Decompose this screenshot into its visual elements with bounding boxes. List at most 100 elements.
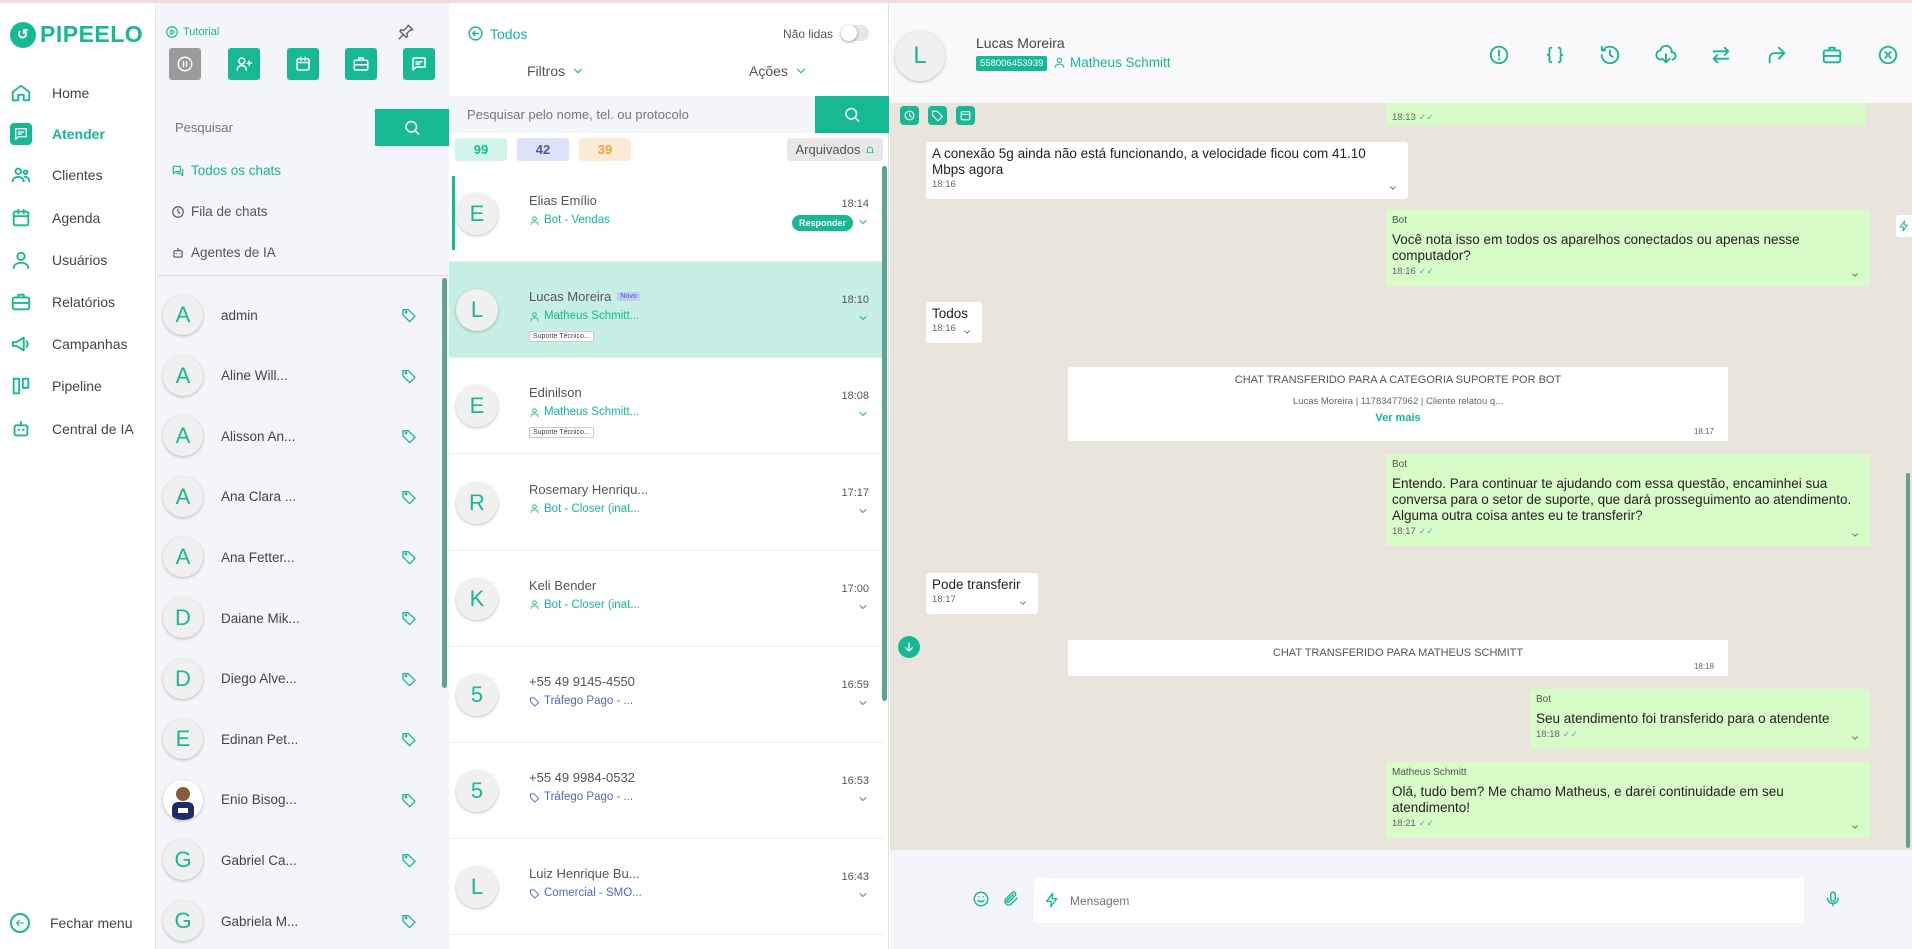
message-bubble[interactable]: 18:13 ✓✓ [1386, 103, 1866, 125]
nav-item-central-de-ia[interactable]: Central de IA [10, 417, 134, 441]
tag-icon[interactable] [401, 489, 417, 505]
tag-icon[interactable] [401, 671, 417, 687]
message-bubble[interactable]: Bot Seu atendimento foi transferido para … [1530, 689, 1870, 749]
chevron-down-icon[interactable] [857, 408, 869, 420]
agent-item[interactable]: E Edinan Pet... [163, 719, 433, 760]
pin-icon[interactable] [397, 23, 415, 41]
tag-icon[interactable] [401, 852, 417, 868]
microphone-icon[interactable] [1824, 890, 1842, 908]
chevron-down-icon[interactable] [857, 793, 869, 805]
nav-item-clientes[interactable]: Clientes [10, 163, 103, 187]
agent-item[interactable]: Enio Bisog... [163, 779, 433, 820]
nav-item-atender[interactable]: Atender [10, 122, 105, 146]
sidebar-scrollbar[interactable] [442, 278, 447, 688]
chevron-down-icon[interactable] [1850, 270, 1860, 280]
emoji-icon[interactable] [972, 890, 990, 908]
agent-item[interactable]: G Gabriel Ca... [163, 840, 433, 881]
actions-dropdown[interactable]: Ações [749, 63, 808, 79]
nav-item-home[interactable]: Home [10, 81, 89, 105]
tag-icon[interactable] [401, 731, 417, 747]
download-cloud-icon[interactable] [1654, 44, 1677, 66]
chevron-down-icon[interactable] [1850, 733, 1860, 743]
chat-list-item[interactable]: E Elias Emílio Bot - Vendas Responder 18:14 [449, 166, 883, 262]
message-bubble[interactable]: Bot Entendo. Para continuar te ajudando c… [1386, 454, 1870, 546]
arrow-down-icon[interactable] [898, 636, 920, 658]
chat-list-item[interactable]: R Rosemary Henriqu... Bot - Closer (inat..… [449, 454, 883, 551]
chevron-down-icon[interactable] [857, 889, 869, 901]
archived-button[interactable]: Arquivados [787, 138, 883, 161]
messages-scrollbar[interactable] [1906, 473, 1910, 848]
nav-item-pipeline[interactable]: Pipeline [10, 374, 102, 398]
agent-item[interactable]: G Gabriela M... [163, 901, 433, 941]
briefcase-button[interactable] [345, 48, 377, 80]
calendar-button[interactable] [287, 48, 319, 80]
filter-ai-agents[interactable]: Agentes de IA [171, 245, 276, 260]
chat-list-item[interactable]: K Keli Bender Bot - Closer (inat... 17:00 [449, 550, 883, 647]
close-menu-button[interactable]: Fechar menu [10, 913, 132, 933]
tag-icon[interactable] [401, 549, 417, 565]
briefcase-icon[interactable] [1821, 44, 1843, 66]
calendar-icon[interactable] [956, 106, 975, 125]
history-icon[interactable] [1599, 44, 1621, 66]
chevron-down-icon[interactable] [857, 505, 869, 517]
quick-reply-icon[interactable] [1044, 892, 1060, 908]
nav-item-campanhas[interactable]: Campanhas [10, 332, 128, 356]
chevron-down-icon[interactable] [857, 601, 869, 613]
close-icon[interactable] [1877, 44, 1899, 66]
agent-item[interactable]: D Diego Alve... [163, 658, 433, 699]
nav-item-relat-rios[interactable]: Relatórios [10, 290, 115, 314]
attach-icon[interactable] [1002, 890, 1020, 908]
message-bubble[interactable]: A conexão 5g ainda não está funcionando,… [926, 142, 1408, 199]
agent-item[interactable]: A Ana Clara ... [163, 476, 433, 517]
reply-button[interactable]: Responder [791, 215, 853, 231]
tag-icon[interactable] [401, 913, 417, 929]
search-icon[interactable] [815, 96, 889, 133]
message-bubble[interactable]: Pode transferir 18:17 [926, 573, 1038, 614]
forward-icon[interactable] [1766, 44, 1788, 66]
message-button[interactable] [403, 48, 435, 80]
count-badge-blue[interactable]: 42 [517, 138, 569, 161]
add-contact-button[interactable] [228, 48, 260, 80]
chat-list-item[interactable]: E Edinilson Matheus Schmitt... Suporte Técn… [449, 358, 883, 455]
chat-list-item[interactable]: 5 +55 49 9145-4550 Tráfego Pago - ... 16:59 [449, 647, 883, 743]
chevron-down-icon[interactable] [962, 327, 972, 337]
agent-item[interactable]: A Ana Fetter... [163, 537, 433, 578]
chat-search-input[interactable] [449, 96, 815, 133]
tag-icon[interactable] [401, 792, 417, 808]
tag-icon[interactable] [928, 106, 947, 125]
count-badge-green[interactable]: 99 [455, 138, 507, 161]
agent-item[interactable]: Aadmin [163, 295, 433, 335]
count-badge-orange[interactable]: 39 [579, 138, 631, 161]
filters-dropdown[interactable]: Filtros [527, 63, 585, 79]
pause-button[interactable] [169, 48, 201, 80]
chevron-down-icon[interactable] [857, 216, 869, 228]
message-bubble[interactable]: Todos 18:16 [926, 302, 982, 343]
chat-list-item[interactable]: 5 +55 49 9984-0532 Tráfego Pago - ... 16:53 [449, 743, 883, 840]
sidebar-search-input[interactable] [157, 109, 375, 146]
tag-icon[interactable] [401, 307, 417, 323]
chat-list-scrollbar[interactable] [882, 166, 887, 701]
message-input[interactable] [1034, 878, 1804, 923]
chevron-down-icon[interactable] [1850, 822, 1860, 832]
chat-list-item[interactable]: L Lucas Moreira Novo Matheus Schmitt... Supo… [449, 262, 883, 359]
agent-item[interactable]: A Aline Will... [163, 355, 433, 396]
search-icon[interactable] [375, 109, 449, 146]
nav-item-usu-rios[interactable]: Usuários [10, 248, 107, 272]
nav-item-agenda[interactable]: Agenda [10, 206, 100, 230]
tutorial-link[interactable]: Tutorial [165, 25, 219, 39]
avatar[interactable]: L [895, 31, 945, 81]
agent-item[interactable]: A Alisson An... [163, 416, 433, 457]
message-bubble[interactable]: Bot Você nota isso em todos os aparelhos … [1386, 210, 1870, 286]
chevron-down-icon[interactable] [857, 697, 869, 709]
chevron-down-icon[interactable] [1388, 183, 1398, 193]
filter-all-chats[interactable]: Todos os chats [171, 163, 281, 178]
unread-toggle[interactable] [841, 25, 869, 41]
see-more-link[interactable]: Ver mais [1068, 412, 1728, 424]
clock-icon[interactable] [900, 106, 919, 125]
variables-icon[interactable] [1544, 44, 1566, 66]
chevron-down-icon[interactable] [1018, 598, 1028, 608]
message-bubble[interactable]: Matheus Schmitt Olá, tudo bem? Me chamo M… [1386, 762, 1870, 838]
tag-icon[interactable] [401, 368, 417, 384]
chevron-down-icon[interactable] [1850, 530, 1860, 540]
agent-item[interactable]: D Daiane Mik... [163, 598, 433, 638]
